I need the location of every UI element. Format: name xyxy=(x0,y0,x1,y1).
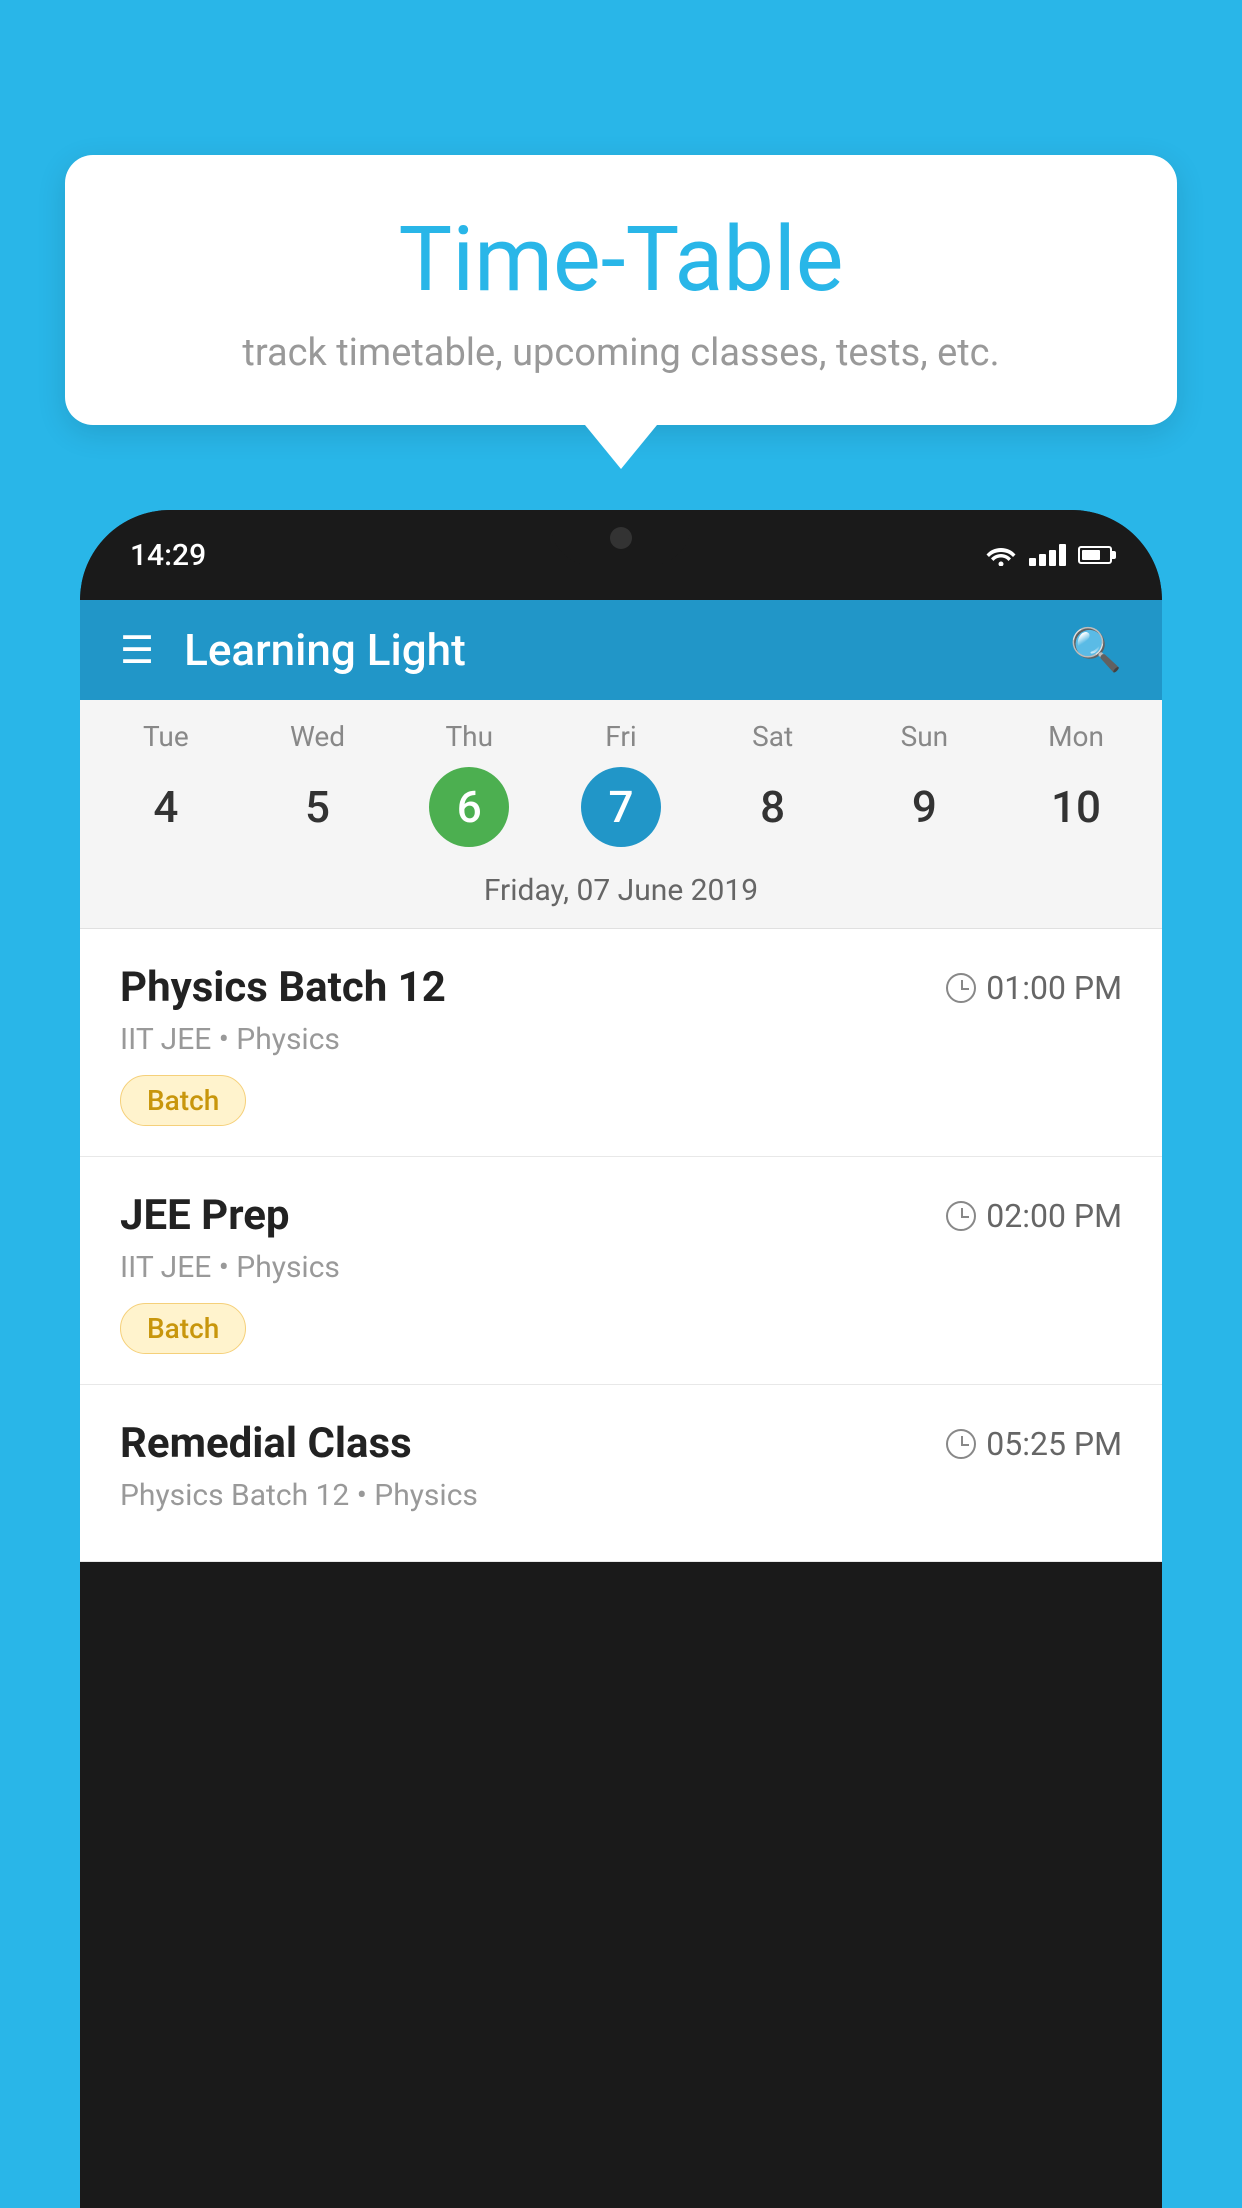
day-number[interactable]: 8 xyxy=(733,767,813,847)
schedule-item-header: Physics Batch 12 01:00 PM xyxy=(120,963,1122,1012)
battery-icon xyxy=(1078,546,1112,564)
app-header: ☰ Learning Light 🔍 xyxy=(80,600,1162,700)
calendar-day-9[interactable]: Sun 9 xyxy=(859,720,989,847)
tooltip-subtitle: track timetable, upcoming classes, tests… xyxy=(125,331,1117,375)
day-name: Mon xyxy=(1048,720,1104,753)
calendar-day-4[interactable]: Tue 4 xyxy=(101,720,231,847)
clock-icon xyxy=(946,1429,976,1459)
schedule-item-header: JEE Prep 02:00 PM xyxy=(120,1191,1122,1240)
schedule-item-0[interactable]: Physics Batch 12 01:00 PM IIT JEE • Physic… xyxy=(80,929,1162,1157)
search-icon[interactable]: 🔍 xyxy=(1070,626,1122,675)
clock-icon xyxy=(946,973,976,1003)
schedule-item-1[interactable]: JEE Prep 02:00 PM IIT JEE • Physics Batch xyxy=(80,1157,1162,1385)
schedule-item-time: 05:25 PM xyxy=(946,1425,1122,1463)
app-title: Learning Light xyxy=(184,624,1070,676)
batch-badge: Batch xyxy=(120,1303,246,1354)
schedule-item-time: 02:00 PM xyxy=(946,1197,1122,1235)
schedule-item-subtitle: IIT JEE • Physics xyxy=(120,1022,1122,1057)
schedule-item-2[interactable]: Remedial Class 05:25 PM Physics Batch 12 •… xyxy=(80,1385,1162,1562)
signal-icon xyxy=(1029,544,1066,566)
days-row: Tue 4 Wed 5 Thu 6 Fri 7 Sat 8 Sun 9 Mon 10 xyxy=(80,720,1162,847)
schedule-item-title: JEE Prep xyxy=(120,1191,290,1240)
day-name: Fri xyxy=(605,720,636,753)
calendar-date-label: Friday, 07 June 2019 xyxy=(80,857,1162,929)
day-number[interactable]: 9 xyxy=(884,767,964,847)
phone-frame: 14:29 ☰ Learning Lig xyxy=(80,510,1162,2208)
clock-icon xyxy=(946,1201,976,1231)
calendar-day-7[interactable]: Fri 7 xyxy=(556,720,686,847)
schedule-item-subtitle: Physics Batch 12 • Physics xyxy=(120,1478,1122,1513)
batch-badge: Batch xyxy=(120,1075,246,1126)
calendar-day-6[interactable]: Thu 6 xyxy=(404,720,534,847)
calendar-day-5[interactable]: Wed 5 xyxy=(253,720,383,847)
day-number[interactable]: 10 xyxy=(1036,767,1116,847)
day-name: Tue xyxy=(143,720,189,753)
schedule-item-title: Remedial Class xyxy=(120,1419,412,1468)
day-number[interactable]: 6 xyxy=(429,767,509,847)
calendar-strip: Tue 4 Wed 5 Thu 6 Fri 7 Sat 8 Sun 9 Mon 10 Friday, 07… xyxy=(80,700,1162,929)
calendar-day-8[interactable]: Sat 8 xyxy=(708,720,838,847)
status-time: 14:29 xyxy=(130,538,206,573)
phone-notch xyxy=(551,510,691,565)
schedule-item-header: Remedial Class 05:25 PM xyxy=(120,1419,1122,1468)
tooltip-title: Time-Table xyxy=(125,210,1117,309)
day-number[interactable]: 4 xyxy=(126,767,206,847)
day-name: Sun xyxy=(901,720,949,753)
day-number[interactable]: 7 xyxy=(581,767,661,847)
wifi-icon xyxy=(985,544,1017,566)
schedule-list: Physics Batch 12 01:00 PM IIT JEE • Physic… xyxy=(80,929,1162,1562)
status-bar: 14:29 xyxy=(80,510,1162,600)
camera-dot xyxy=(610,527,632,549)
schedule-item-title: Physics Batch 12 xyxy=(120,963,446,1012)
day-name: Sat xyxy=(752,720,793,753)
day-name: Wed xyxy=(290,720,345,753)
day-name: Thu xyxy=(445,720,493,753)
menu-icon[interactable]: ☰ xyxy=(120,628,154,673)
schedule-item-time: 01:00 PM xyxy=(946,969,1122,1007)
calendar-day-10[interactable]: Mon 10 xyxy=(1011,720,1141,847)
tooltip-card: Time-Table track timetable, upcoming cla… xyxy=(65,155,1177,425)
day-number[interactable]: 5 xyxy=(278,767,358,847)
schedule-item-subtitle: IIT JEE • Physics xyxy=(120,1250,1122,1285)
status-icons xyxy=(985,544,1112,566)
